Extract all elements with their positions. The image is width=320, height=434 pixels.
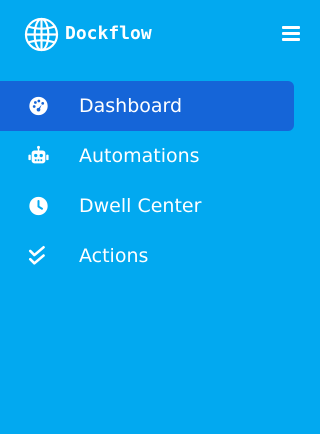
sidebar-header: Dockflow (0, 0, 306, 68)
robot-icon (28, 145, 49, 164)
sidebar-item-automations[interactable]: Automations (0, 131, 294, 181)
hamburger-menu-icon[interactable] (282, 25, 300, 41)
clock-icon (29, 196, 48, 216)
sidebar-item-label: Actions (79, 245, 149, 267)
speedometer-icon (29, 96, 48, 116)
sidebar-item-dashboard[interactable]: Dashboard (0, 81, 294, 131)
sidebar: Dockflow Dashboard Automations Dwell Cen… (0, 0, 306, 434)
sidebar-item-label: Dashboard (79, 95, 183, 117)
sidebar-item-dwell-center[interactable]: Dwell Center (0, 181, 294, 231)
sidebar-item-label: Dwell Center (79, 195, 202, 217)
sidebar-item-actions[interactable]: Actions (0, 231, 294, 281)
globe-icon (24, 17, 59, 51)
brand-link[interactable]: Dockflow (24, 16, 152, 52)
sidebar-nav: Dashboard Automations Dwell Center Actio… (0, 81, 306, 281)
brand-name: Dockflow (65, 23, 152, 44)
double-check-icon (28, 246, 45, 265)
sidebar-item-label: Automations (79, 145, 200, 167)
